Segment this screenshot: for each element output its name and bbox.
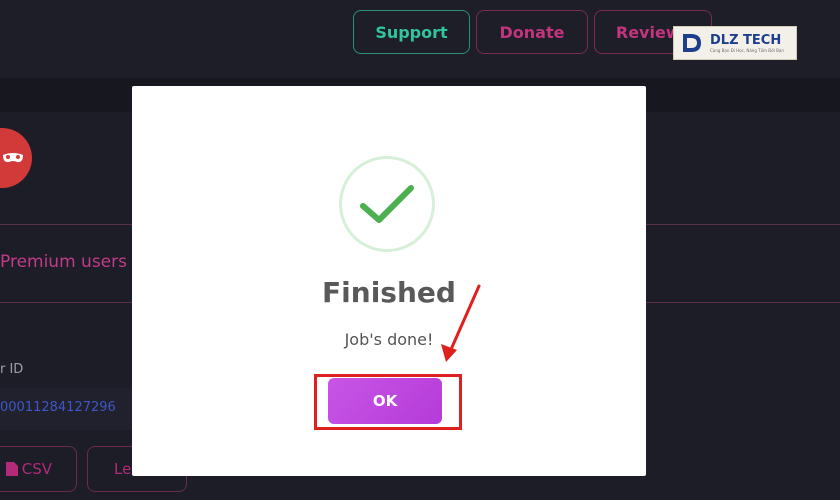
support-button[interactable]: Support	[353, 10, 470, 54]
csv-label: CSV	[21, 460, 52, 478]
dlz-logo-icon	[683, 34, 701, 52]
watermark-title: DLZ TECH	[710, 32, 782, 48]
mask-icon	[3, 153, 23, 163]
checkmark-icon	[360, 185, 414, 223]
divider	[0, 224, 140, 225]
id-cell: 00011284127296	[0, 400, 116, 415]
divider	[646, 224, 840, 225]
donate-button[interactable]: Donate	[476, 10, 588, 54]
ok-button[interactable]: OK	[328, 378, 442, 424]
divider	[0, 302, 140, 303]
csv-export-button[interactable]: CSV	[0, 446, 77, 492]
dlz-tech-watermark: DLZ TECH Cùng Bạn Đi Học, Nâng Tầm Đời B…	[673, 26, 797, 60]
watermark-subtitle: Cùng Bạn Đi Học, Nâng Tầm Đời Bạn	[710, 47, 784, 53]
dialog-title: Finished	[322, 276, 456, 309]
file-icon	[5, 462, 18, 476]
success-badge	[339, 156, 435, 252]
dialog-message: Job's done!	[344, 330, 434, 349]
premium-users-heading: Premium users	[0, 252, 127, 272]
id-column-header: r ID	[0, 362, 24, 377]
finished-dialog: Finished Job's done! OK	[132, 86, 646, 476]
avatar	[0, 128, 32, 188]
divider	[646, 302, 840, 303]
